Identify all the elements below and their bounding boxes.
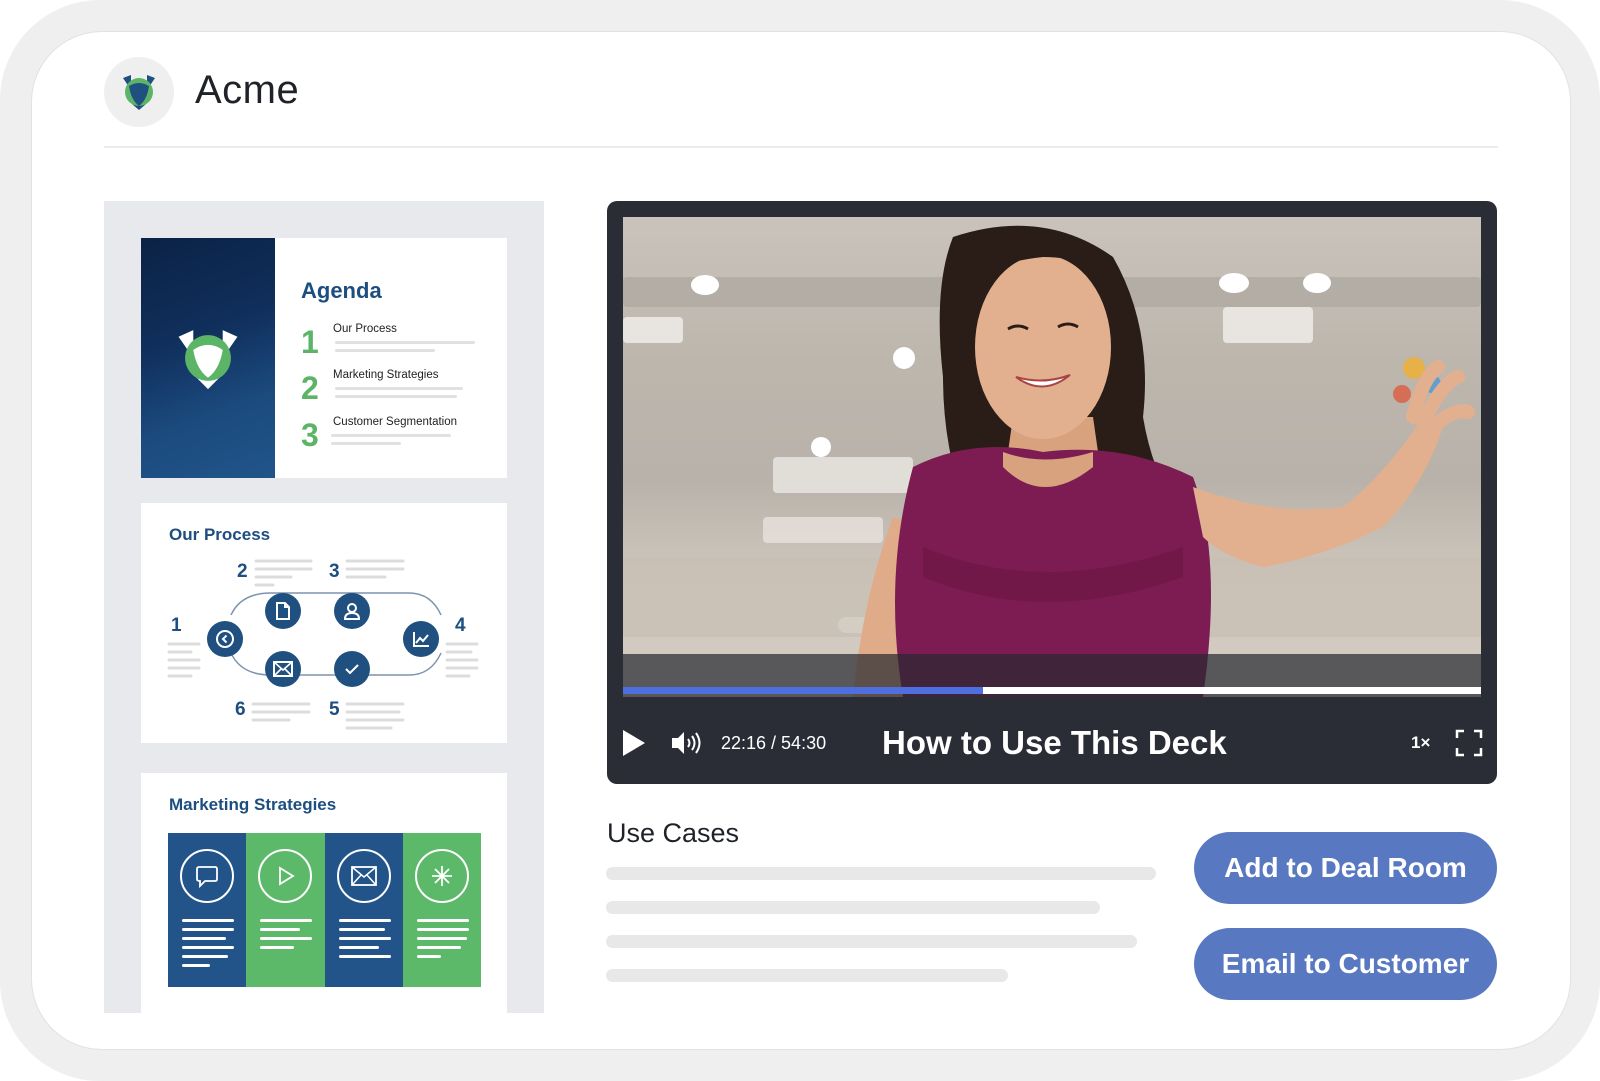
add-to-deal-room-button[interactable]: Add to Deal Room — [1194, 832, 1497, 904]
video-player[interactable]: 22:16 / 54:30 How to Use This Deck 1× — [607, 201, 1497, 784]
header-divider — [104, 146, 1498, 148]
process-step-number: 2 — [237, 561, 248, 582]
video-frame[interactable] — [623, 217, 1481, 697]
placeholder-line — [331, 442, 401, 445]
shield-logo-icon — [123, 75, 155, 110]
process-step-number: 4 — [455, 615, 466, 636]
slide-thumbnail-agenda[interactable]: Agenda 1 Our Process 2 Marketing Strateg… — [141, 238, 507, 478]
fullscreen-icon — [1455, 729, 1483, 757]
agenda-title: Agenda — [301, 278, 382, 303]
agenda-label: Our Process — [333, 323, 397, 335]
user-icon — [334, 593, 370, 629]
strategy-columns — [168, 833, 481, 987]
play-icon — [258, 849, 313, 903]
play-icon — [623, 730, 645, 756]
process-step-number: 5 — [329, 699, 340, 720]
agenda-item: 3 Customer Segmentation — [301, 416, 501, 456]
line-chart-icon — [403, 621, 439, 657]
agenda-item: 1 Our Process — [301, 323, 501, 363]
process-step-number: 3 — [329, 561, 340, 582]
envelope-icon — [336, 849, 391, 903]
placeholder-line — [606, 935, 1137, 948]
play-button[interactable] — [621, 728, 647, 763]
agenda-number: 2 — [301, 370, 319, 406]
slide-thumbnail-our-process[interactable]: Our Process 1 2 3 4 5 6 — [141, 503, 507, 743]
video-progress-fill — [623, 687, 984, 694]
app-title: Acme — [195, 68, 300, 112]
placeholder-line — [335, 349, 435, 352]
placeholder-line — [331, 434, 451, 437]
shield-logo-icon — [178, 330, 238, 390]
process-step-number: 6 — [235, 699, 246, 720]
marketing-title: Marketing Strategies — [169, 795, 337, 814]
video-title: How to Use This Deck — [882, 724, 1227, 761]
agenda-label: Marketing Strategies — [333, 369, 439, 381]
agenda-cover-panel — [141, 238, 275, 478]
placeholder-line — [335, 387, 463, 390]
slide-thumbnail-panel[interactable]: Agenda 1 Our Process 2 Marketing Strateg… — [104, 201, 544, 1013]
fullscreen-button[interactable] — [1455, 729, 1483, 762]
strategy-column — [402, 833, 481, 987]
playback-speed-button[interactable]: 1× — [1411, 733, 1430, 753]
placeholder-line — [606, 901, 1100, 914]
volume-button[interactable] — [670, 728, 704, 763]
use-cases-title: Use Cases — [607, 818, 740, 848]
agenda-item: 2 Marketing Strategies — [301, 369, 501, 409]
back-arrow-icon — [207, 621, 243, 657]
placeholder-line — [335, 395, 457, 398]
agenda-label: Customer Segmentation — [333, 416, 458, 428]
time-readout: 22:16 / 54:30 — [721, 733, 827, 753]
volume-icon — [672, 732, 701, 754]
strategy-column — [324, 833, 403, 987]
envelope-icon — [265, 651, 301, 687]
strategy-column — [168, 833, 247, 987]
placeholder-line — [606, 867, 1156, 880]
agenda-number: 1 — [301, 324, 319, 360]
strategy-column — [246, 833, 325, 987]
process-step-number: 1 — [171, 615, 182, 636]
chat-bubble-icon — [180, 849, 234, 903]
placeholder-line — [335, 341, 475, 344]
asterisk-icon — [414, 849, 469, 903]
document-icon — [265, 593, 301, 629]
slide-thumbnail-marketing-strategies[interactable]: Marketing Strategies — [141, 773, 507, 1013]
process-loop-path — [167, 559, 479, 730]
placeholder-line — [606, 969, 1008, 982]
acme-logo — [104, 57, 174, 127]
email-to-customer-button[interactable]: Email to Customer — [1194, 928, 1497, 1000]
checkmark-icon — [334, 651, 370, 687]
agenda-number: 3 — [301, 417, 319, 453]
video-progress-bar[interactable] — [623, 687, 1481, 694]
presenter-video — [853, 225, 1475, 697]
